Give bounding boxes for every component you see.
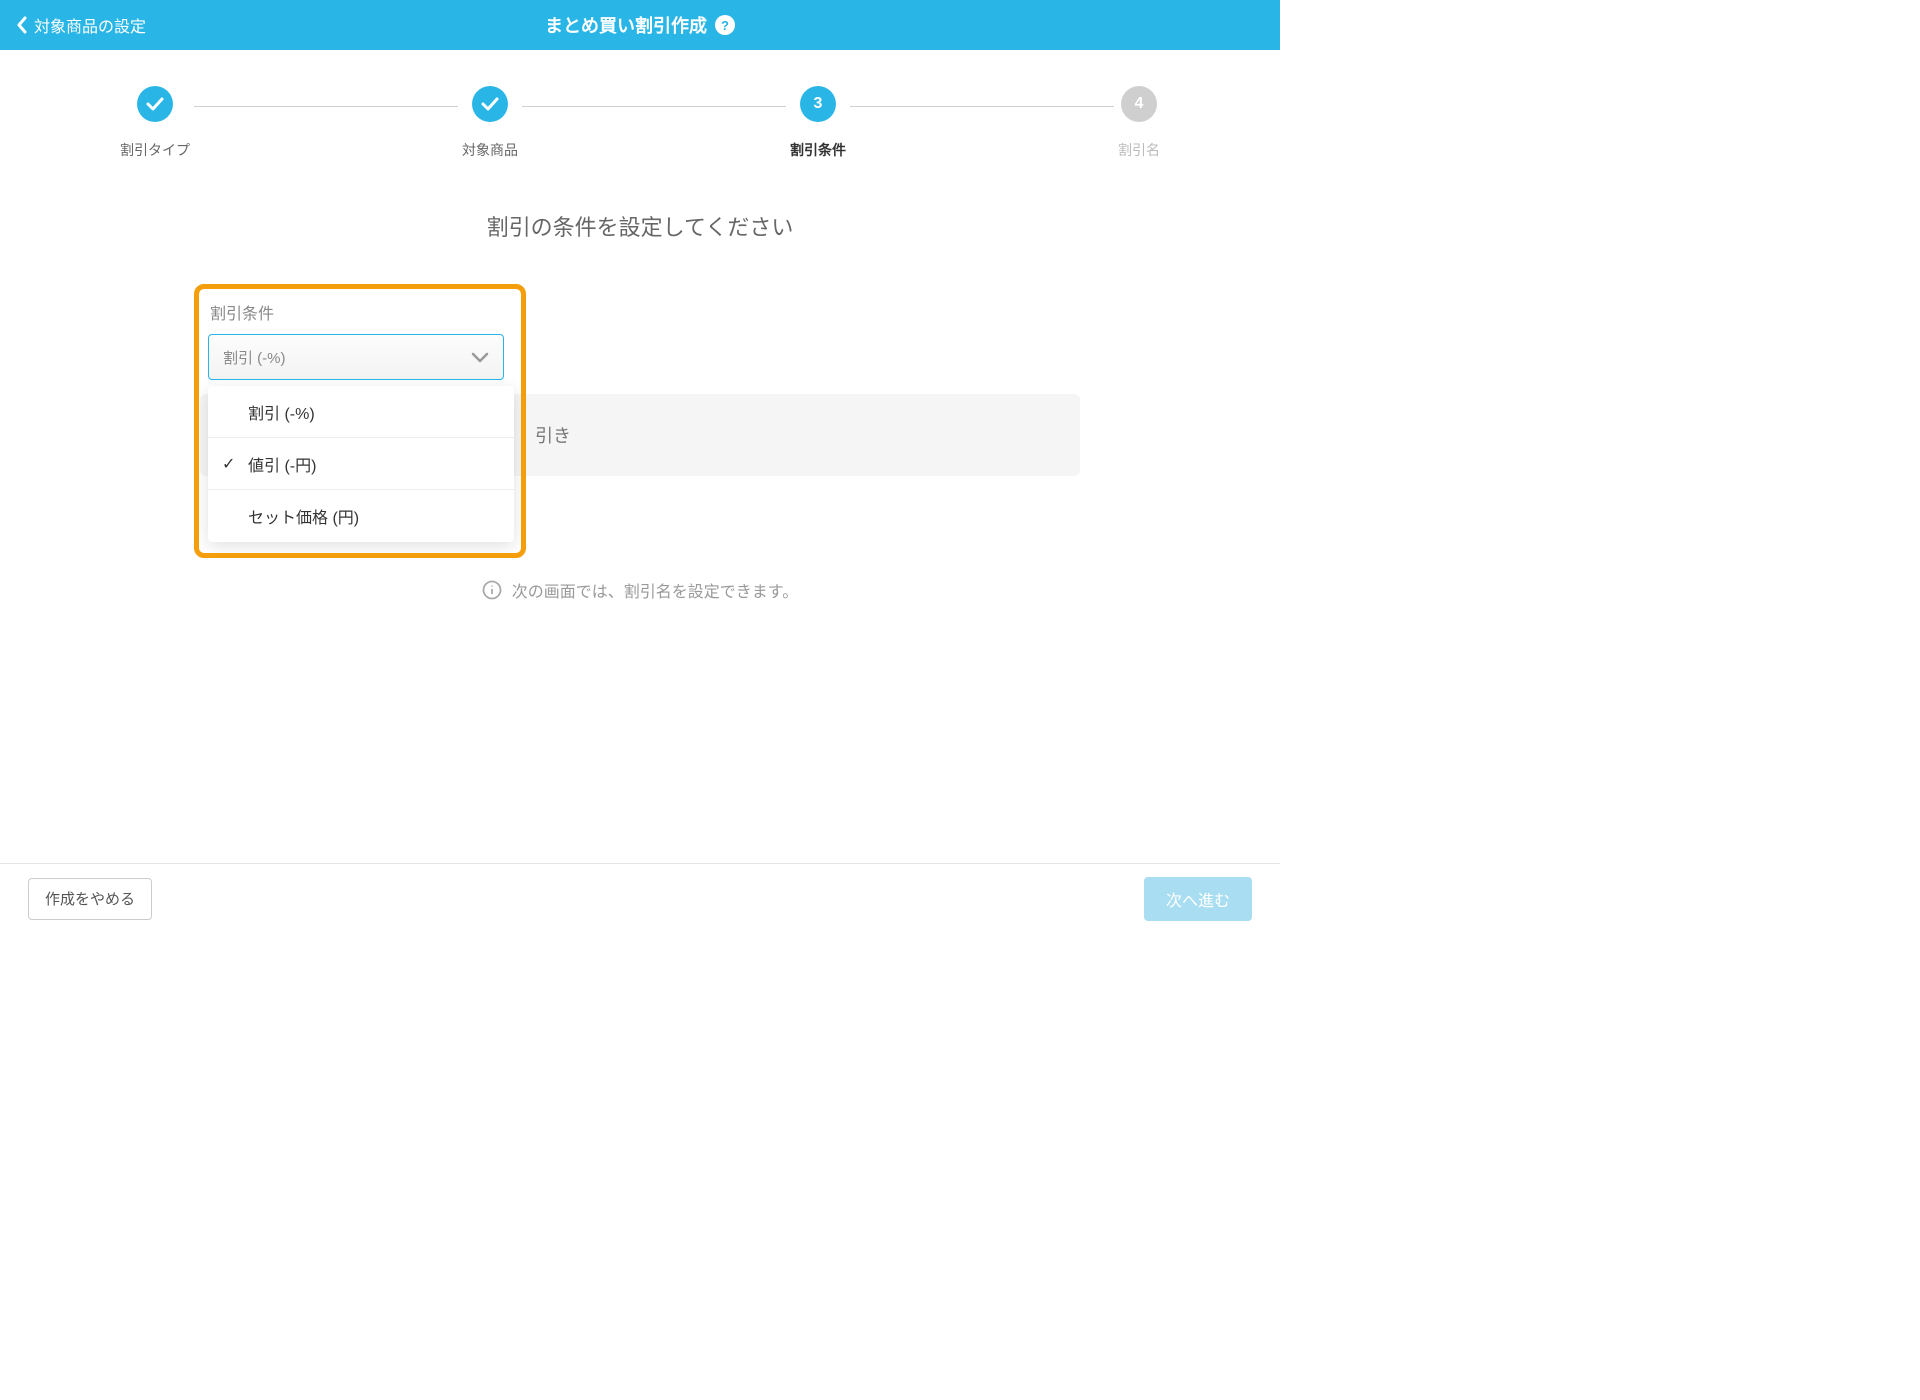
progress-stepper: 割引タイプ 対象商品 3 割引条件 4 割引名 bbox=[0, 50, 1280, 170]
info-text: 次の画面では、割引名を設定できます。 bbox=[512, 578, 798, 602]
option-label: 値引 (-円) bbox=[248, 452, 316, 476]
step-circle-done bbox=[137, 86, 173, 122]
main-content: 割引の条件を設定してください 割引条件 割引 (-%) 割引 (-%) ✓ 値引… bbox=[0, 170, 1280, 602]
next-button[interactable]: 次へ進む bbox=[1144, 877, 1252, 921]
section-heading: 割引の条件を設定してください bbox=[0, 210, 1280, 242]
step-circle-done bbox=[472, 86, 508, 122]
chevron-down-icon bbox=[471, 351, 489, 363]
step-target-products: 対象商品 bbox=[462, 86, 518, 160]
info-message: 次の画面では、割引名を設定できます。 bbox=[200, 578, 1080, 602]
option-label: 割引 (-%) bbox=[248, 400, 315, 424]
step-discount-type: 割引タイプ bbox=[120, 86, 190, 160]
dropdown-option-set-price[interactable]: セット価格 (円) bbox=[208, 490, 514, 542]
chevron-left-icon bbox=[16, 16, 28, 34]
field-label: 割引条件 bbox=[200, 290, 1080, 324]
info-icon bbox=[482, 580, 502, 600]
step-circle-active: 3 bbox=[800, 86, 836, 122]
step-circle-pending: 4 bbox=[1121, 86, 1157, 122]
step-connector bbox=[522, 106, 786, 107]
suffix-text: 引き bbox=[535, 422, 571, 448]
step-label: 割引タイプ bbox=[120, 140, 190, 160]
dropdown-option-percent[interactable]: 割引 (-%) bbox=[208, 386, 514, 438]
app-header: 対象商品の設定 まとめ買い割引作成 ? bbox=[0, 0, 1280, 50]
back-label: 対象商品の設定 bbox=[34, 13, 146, 37]
step-label: 割引条件 bbox=[790, 140, 846, 160]
check-icon bbox=[146, 97, 164, 111]
step-discount-name: 4 割引名 bbox=[1118, 86, 1160, 160]
check-icon bbox=[481, 97, 499, 111]
footer-bar: 作成をやめる 次へ進む bbox=[0, 863, 1280, 933]
step-label: 対象商品 bbox=[462, 140, 518, 160]
help-icon[interactable]: ? bbox=[715, 15, 735, 35]
step-label: 割引名 bbox=[1118, 140, 1160, 160]
cancel-button[interactable]: 作成をやめる bbox=[28, 878, 152, 920]
discount-type-dropdown: 割引 (-%) ✓ 値引 (-円) セット価格 (円) bbox=[208, 386, 514, 542]
step-discount-conditions: 3 割引条件 bbox=[790, 86, 846, 160]
page-title: まとめ買い割引作成 ? bbox=[545, 12, 735, 38]
step-connector bbox=[194, 106, 458, 107]
select-value: 割引 (-%) bbox=[223, 347, 286, 368]
form-area: 割引条件 割引 (-%) 割引 (-%) ✓ 値引 (-円) セット価格 (円)… bbox=[200, 290, 1080, 602]
dropdown-option-yen-off[interactable]: ✓ 値引 (-円) bbox=[208, 438, 514, 490]
page-title-text: まとめ買い割引作成 bbox=[545, 12, 707, 38]
discount-type-select[interactable]: 割引 (-%) bbox=[208, 334, 504, 380]
step-connector bbox=[850, 106, 1114, 107]
back-button[interactable]: 対象商品の設定 bbox=[16, 13, 146, 37]
check-icon: ✓ bbox=[222, 454, 235, 474]
option-label: セット価格 (円) bbox=[248, 504, 359, 528]
